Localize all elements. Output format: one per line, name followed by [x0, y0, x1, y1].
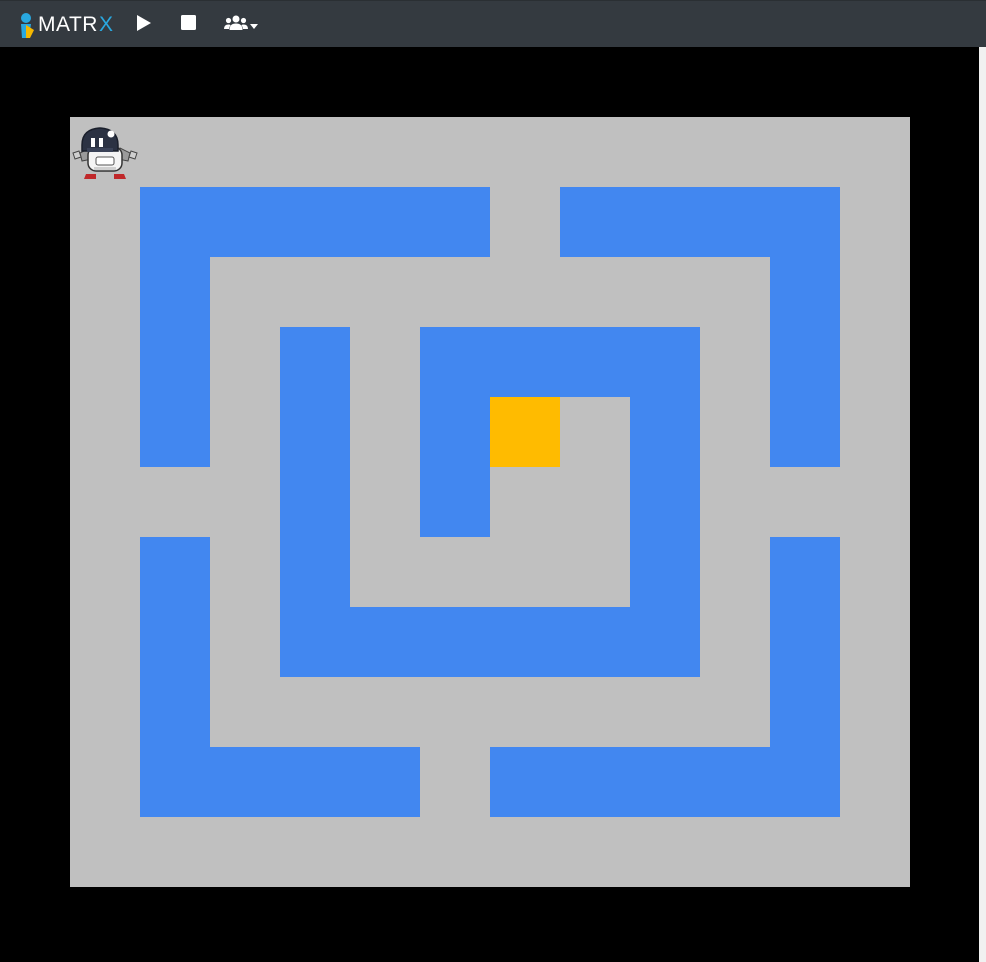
- agent-robot[interactable]: [70, 117, 140, 187]
- wall-block: [280, 327, 350, 677]
- play-icon: [136, 14, 152, 37]
- agents-dropdown-button[interactable]: [223, 11, 259, 39]
- wall-block: [420, 327, 700, 397]
- wall-block: [140, 187, 490, 257]
- caret-down-icon: [250, 16, 258, 34]
- wall-block: [140, 257, 210, 467]
- wall-block: [630, 397, 700, 677]
- stop-icon: [180, 15, 196, 35]
- robot-icon: [72, 127, 138, 179]
- wall-block: [140, 537, 210, 817]
- matrx-brand[interactable]: MATR X: [19, 11, 113, 39]
- toolbar: MATR X: [0, 0, 986, 47]
- users-icon: [224, 15, 248, 36]
- play-button[interactable]: [134, 11, 154, 39]
- goal-tile: [490, 397, 560, 467]
- wall-block: [210, 747, 420, 817]
- brand-accent: X: [98, 13, 114, 36]
- brand-name: MATR: [38, 13, 98, 36]
- wall-block: [560, 187, 840, 257]
- wall-block: [350, 607, 630, 677]
- stop-button[interactable]: [178, 11, 198, 39]
- wall-block: [420, 397, 490, 537]
- wall-block: [770, 537, 840, 817]
- grid-world: [0, 47, 979, 962]
- wall-block: [490, 747, 770, 817]
- matrx-logo-icon: [19, 12, 35, 38]
- wall-block: [770, 257, 840, 467]
- scrollbar-track[interactable]: [979, 47, 986, 962]
